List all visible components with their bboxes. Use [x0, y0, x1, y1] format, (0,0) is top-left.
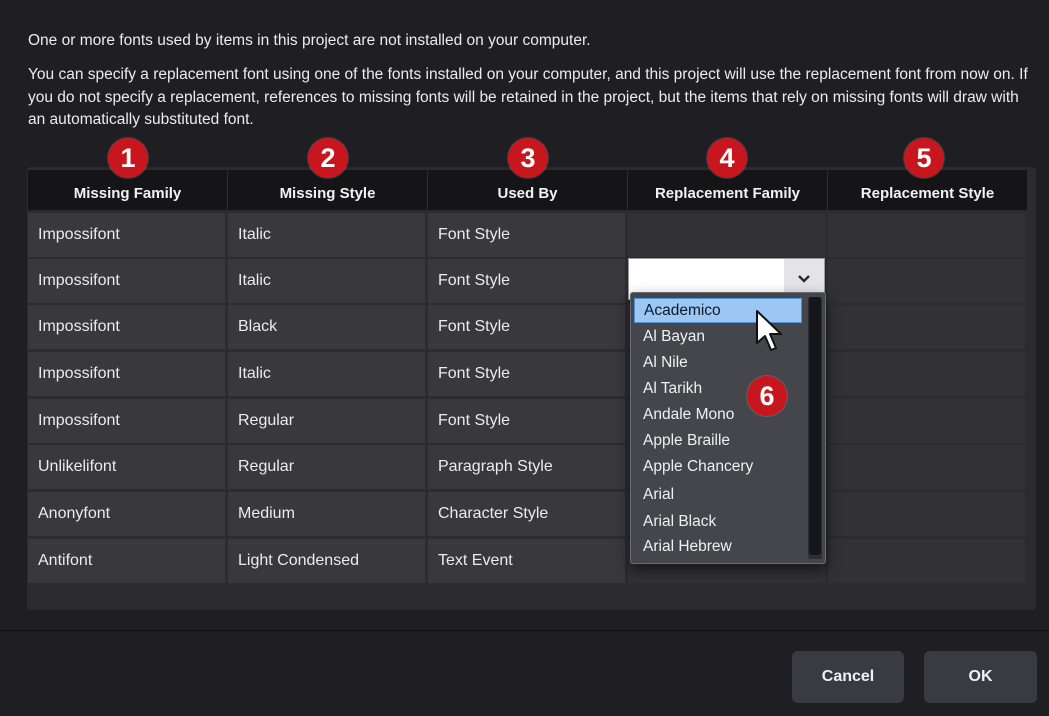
- cell-replacement-style[interactable]: [828, 213, 1025, 257]
- callout-badge-3: 3: [508, 138, 548, 178]
- cell-used-by[interactable]: Font Style: [428, 352, 625, 396]
- cell-missing-style[interactable]: Regular: [228, 445, 425, 489]
- cell-replacement-style[interactable]: [828, 305, 1025, 349]
- dropdown-option[interactable]: Apple Braille: [634, 428, 802, 453]
- footer-divider: [0, 630, 1049, 631]
- dropdown-option[interactable]: Arial: [634, 482, 802, 507]
- callout-badge-5: 5: [904, 138, 944, 178]
- cell-missing-family[interactable]: Impossifont: [28, 352, 225, 396]
- cell-replacement-family[interactable]: [628, 213, 825, 257]
- cell-missing-style[interactable]: Italic: [228, 259, 425, 303]
- cell-missing-family[interactable]: Anonyfont: [28, 492, 225, 536]
- dropdown-option[interactable]: Arial Hebrew: [634, 534, 802, 559]
- replacement-family-dropdown[interactable]: Academico Al Bayan Al Nile Al Tarikh And…: [630, 292, 826, 564]
- cell-missing-family[interactable]: Impossifont: [28, 213, 225, 257]
- callout-badge-6: 6: [747, 376, 787, 416]
- cell-used-by[interactable]: Font Style: [428, 399, 625, 443]
- cell-used-by[interactable]: Paragraph Style: [428, 445, 625, 489]
- cell-missing-style[interactable]: Light Condensed: [228, 539, 425, 583]
- ok-button[interactable]: OK: [924, 651, 1037, 703]
- callout-badge-1: 1: [108, 138, 148, 178]
- cell-missing-style[interactable]: Italic: [228, 352, 425, 396]
- cell-missing-style[interactable]: Black: [228, 305, 425, 349]
- cell-missing-style[interactable]: Medium: [228, 492, 425, 536]
- cell-missing-family[interactable]: Antifont: [28, 539, 225, 583]
- cell-missing-style[interactable]: Italic: [228, 213, 425, 257]
- mouse-pointer-icon: [755, 309, 783, 358]
- cell-replacement-style[interactable]: [828, 445, 1025, 489]
- cell-missing-family[interactable]: Impossifont: [28, 399, 225, 443]
- callout-badge-2: 2: [308, 138, 348, 178]
- dropdown-scrollbar[interactable]: [808, 297, 822, 559]
- cell-missing-family[interactable]: Impossifont: [28, 305, 225, 349]
- cell-used-by[interactable]: Font Style: [428, 305, 625, 349]
- callout-badge-4: 4: [707, 138, 747, 178]
- cell-replacement-style[interactable]: [828, 352, 1025, 396]
- dropdown-option[interactable]: Arial Black: [634, 509, 802, 534]
- cell-used-by[interactable]: Font Style: [428, 259, 625, 303]
- cancel-button[interactable]: Cancel: [792, 651, 904, 703]
- cell-replacement-style[interactable]: [828, 259, 1025, 303]
- cell-missing-family[interactable]: Impossifont: [28, 259, 225, 303]
- cell-replacement-style[interactable]: [828, 539, 1025, 583]
- dropdown-option[interactable]: Apple Chancery: [634, 454, 802, 479]
- cell-replacement-style[interactable]: [828, 492, 1025, 536]
- dropdown-scroll-thumb[interactable]: [809, 297, 821, 555]
- cell-missing-family[interactable]: Unlikelifont: [28, 445, 225, 489]
- cell-used-by[interactable]: Character Style: [428, 492, 625, 536]
- cell-missing-style[interactable]: Regular: [228, 399, 425, 443]
- cell-used-by[interactable]: Text Event: [428, 539, 625, 583]
- info-message-line2: You can specify a replacement font using…: [28, 66, 1028, 128]
- cell-used-by[interactable]: Font Style: [428, 213, 625, 257]
- info-message-line1: One or more fonts used by items in this …: [28, 32, 591, 49]
- cell-replacement-style[interactable]: [828, 399, 1025, 443]
